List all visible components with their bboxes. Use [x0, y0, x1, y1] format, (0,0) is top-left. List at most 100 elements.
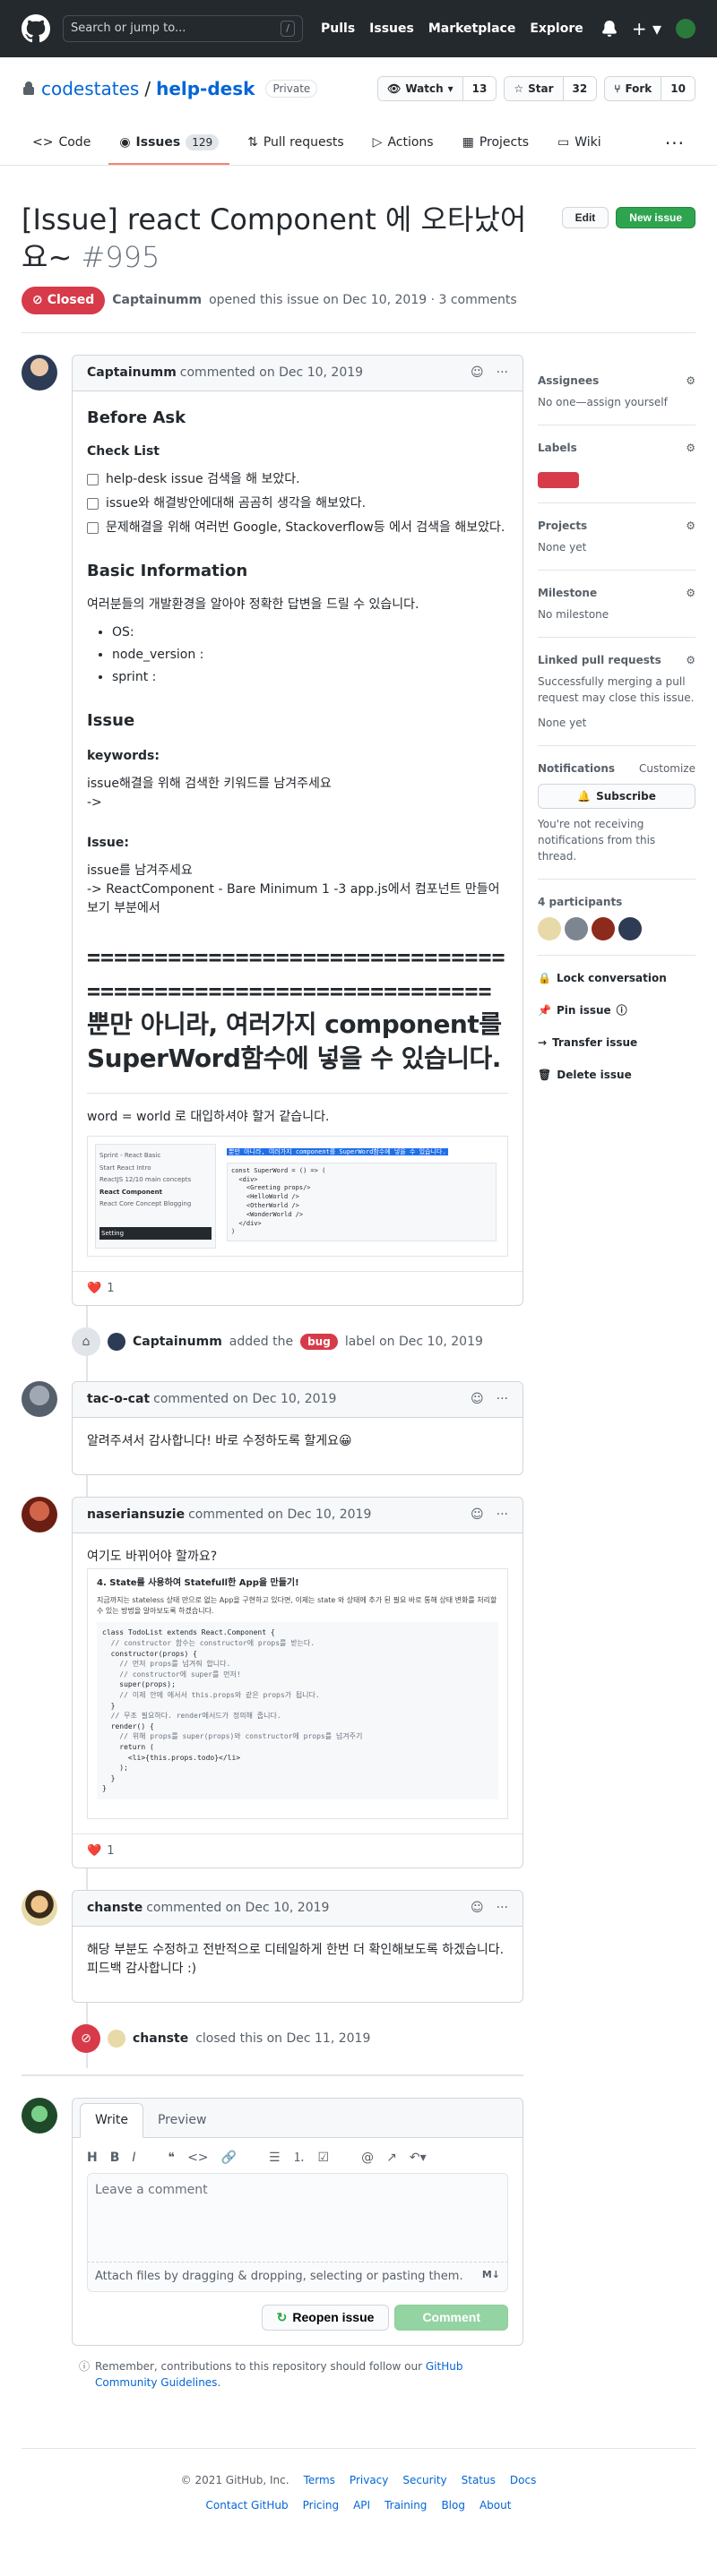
- issue-author-link[interactable]: Captainumm: [112, 291, 202, 310]
- comment-time[interactable]: commented on Dec 10, 2019: [188, 1506, 371, 1524]
- tab-preview[interactable]: Preview: [143, 2104, 221, 2137]
- footer-link[interactable]: Contact GitHub: [206, 2497, 289, 2513]
- mention-icon[interactable]: @: [361, 2149, 374, 2168]
- comment-author[interactable]: chanste: [87, 1899, 143, 1918]
- comment-author[interactable]: Captainumm: [87, 364, 177, 382]
- footer-link[interactable]: Status: [462, 2472, 496, 2488]
- repo-owner-link[interactable]: codestates: [41, 75, 139, 102]
- avatar[interactable]: [22, 1381, 57, 1418]
- avatar[interactable]: [565, 917, 588, 941]
- comment-author[interactable]: naseriansuzie: [87, 1506, 185, 1524]
- gear-icon[interactable]: ⚙: [686, 518, 695, 534]
- avatar[interactable]: [108, 2030, 125, 2048]
- quote-icon[interactable]: ❝: [168, 2149, 176, 2168]
- edit-button[interactable]: Edit: [561, 207, 609, 228]
- avatar[interactable]: [676, 19, 695, 39]
- smiley-icon[interactable]: ☺: [471, 1390, 484, 1409]
- footer-link[interactable]: Security: [402, 2472, 446, 2488]
- avatar[interactable]: [22, 355, 57, 391]
- smiley-icon[interactable]: ☺: [471, 1899, 484, 1918]
- comment-textarea[interactable]: Leave a comment: [87, 2173, 508, 2263]
- avatar[interactable]: [592, 917, 615, 941]
- heart-icon[interactable]: ❤️: [87, 1842, 101, 1860]
- transfer-issue-link[interactable]: → Transfer issue: [538, 1035, 695, 1051]
- attach-files[interactable]: Attach files by dragging & dropping, sel…: [87, 2263, 508, 2292]
- bug-label[interactable]: bug: [300, 1334, 338, 1351]
- avatar[interactable]: [108, 1333, 125, 1352]
- more-tabs-icon[interactable]: ···: [665, 122, 695, 165]
- comment-author[interactable]: tac-o-cat: [87, 1390, 150, 1409]
- footer-link[interactable]: API: [353, 2497, 370, 2513]
- projects-heading[interactable]: Projects: [538, 518, 587, 534]
- fork-button[interactable]: ⑂ Fork 10: [604, 76, 695, 101]
- nav-marketplace[interactable]: Marketplace: [428, 20, 515, 39]
- milestone-heading[interactable]: Milestone: [538, 585, 597, 601]
- fork-count[interactable]: 10: [661, 77, 695, 100]
- reopen-issue-button[interactable]: ↻ Reopen issue: [261, 2304, 390, 2331]
- markdown-icon[interactable]: M↓: [482, 2268, 500, 2286]
- kebab-icon[interactable]: ···: [497, 1390, 508, 1409]
- event-actor[interactable]: Captainumm: [133, 1333, 222, 1352]
- tab-actions[interactable]: ▷ Actions: [362, 122, 445, 165]
- lock-conversation-link[interactable]: 🔒 Lock conversation: [538, 970, 695, 986]
- tab-write[interactable]: Write: [80, 2103, 143, 2139]
- github-logo-icon[interactable]: [22, 14, 50, 43]
- reply-icon[interactable]: ↶▾: [410, 2149, 427, 2168]
- code-icon[interactable]: <>: [187, 2149, 208, 2168]
- nav-explore[interactable]: Explore: [530, 20, 583, 39]
- customize-link[interactable]: Customize: [639, 760, 695, 777]
- new-issue-button[interactable]: New issue: [616, 207, 695, 228]
- tab-projects[interactable]: ▦ Projects: [452, 122, 540, 165]
- comment-button[interactable]: Comment: [394, 2304, 508, 2331]
- task-list-icon[interactable]: ☑: [318, 2149, 330, 2168]
- gear-icon[interactable]: ⚙: [686, 652, 695, 668]
- repo-name-link[interactable]: help-desk: [156, 75, 255, 102]
- tab-pull-requests[interactable]: ⇅ Pull requests: [237, 122, 355, 165]
- gear-icon[interactable]: ⚙: [686, 440, 695, 456]
- labels-heading[interactable]: Labels: [538, 440, 577, 456]
- nav-issues[interactable]: Issues: [369, 20, 414, 39]
- ordered-list-icon[interactable]: ⒈: [293, 2149, 306, 2168]
- reaction-count[interactable]: 1: [107, 1280, 114, 1298]
- delete-issue-link[interactable]: 🗑 Delete issue: [538, 1067, 695, 1083]
- screenshot-image[interactable]: Sprint - React Basic Start React Intro R…: [87, 1136, 508, 1258]
- avatar[interactable]: [22, 1890, 57, 1927]
- heading-icon[interactable]: H: [87, 2149, 98, 2168]
- bold-icon[interactable]: B: [110, 2149, 120, 2168]
- subscribe-button[interactable]: 🔔 Subscribe: [538, 784, 695, 810]
- footer-link[interactable]: About: [479, 2497, 511, 2513]
- star-count[interactable]: 32: [563, 77, 597, 100]
- gear-icon[interactable]: ⚙: [686, 373, 695, 389]
- screenshot-image[interactable]: 4. State를 사용하여 Statefull한 App을 만들기! 지금까지…: [87, 1568, 508, 1820]
- star-button[interactable]: ☆ Star 32: [504, 76, 598, 101]
- kebab-icon[interactable]: ···: [497, 1506, 508, 1524]
- gear-icon[interactable]: ⚙: [686, 585, 695, 601]
- footer-link[interactable]: Pricing: [303, 2497, 339, 2513]
- avatar[interactable]: [22, 2098, 57, 2134]
- italic-icon[interactable]: I: [132, 2149, 135, 2168]
- footer-link[interactable]: Docs: [510, 2472, 536, 2488]
- plus-icon[interactable]: + ▾: [632, 15, 661, 42]
- watch-count[interactable]: 13: [462, 77, 497, 100]
- comment-time[interactable]: commented on Dec 10, 2019: [153, 1390, 336, 1409]
- kebab-icon[interactable]: ···: [497, 1899, 508, 1918]
- reaction-count[interactable]: 1: [107, 1842, 114, 1860]
- assignees-heading[interactable]: Assignees: [538, 373, 599, 389]
- smiley-icon[interactable]: ☺: [471, 364, 484, 382]
- assignees-value[interactable]: No one—assign yourself: [538, 394, 695, 410]
- footer-link[interactable]: Training: [384, 2497, 427, 2513]
- watch-button[interactable]: 👁 Watch ▾ 13: [377, 76, 497, 101]
- kebab-icon[interactable]: ···: [497, 364, 508, 382]
- event-actor[interactable]: chanste: [133, 2030, 188, 2048]
- linked-pr-heading[interactable]: Linked pull requests: [538, 652, 661, 668]
- nav-pulls[interactable]: Pulls: [321, 20, 355, 39]
- comment-time[interactable]: commented on Dec 10, 2019: [146, 1899, 329, 1918]
- footer-link[interactable]: Terms: [304, 2472, 335, 2488]
- avatar[interactable]: [22, 1497, 57, 1533]
- smiley-icon[interactable]: ☺: [471, 1506, 484, 1524]
- search-input[interactable]: Search or jump to... /: [63, 15, 303, 42]
- tab-wiki[interactable]: ▭ Wiki: [547, 122, 612, 165]
- heart-icon[interactable]: ❤️: [87, 1280, 101, 1298]
- avatar[interactable]: [538, 917, 561, 941]
- bell-icon[interactable]: [601, 21, 618, 37]
